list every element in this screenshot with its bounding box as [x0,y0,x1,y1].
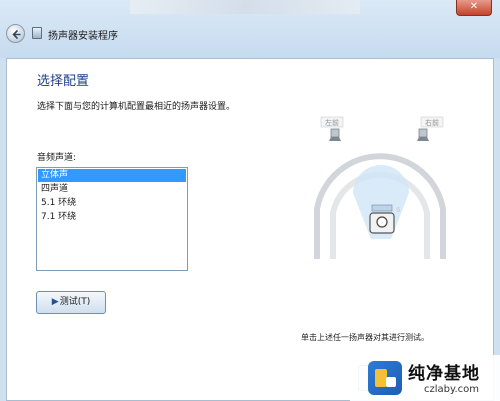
list-item-stereo[interactable]: 立体声 [38,169,186,182]
audio-channel-label: 音频声道: [37,153,77,163]
speaker-layout-diagram: 左前 右前 6 [314,116,446,259]
wizard-content: 选择配置 选择下面与您的计算机配置最相近的扬声器设置。 音频声道: 立体声 四声… [6,58,494,401]
list-item-quadraphonic[interactable]: 四声道 [38,183,186,196]
watermark: 纯净基地 czlaby.com [350,355,500,401]
test-button[interactable]: ▶测试(T) [36,291,106,314]
back-arrow-icon [12,29,21,40]
right-front-label: 右前 [425,118,439,127]
blurred-background-strip [130,0,360,14]
watermark-title: 纯净基地 [408,364,480,384]
close-button[interactable]: ✕ [456,0,492,16]
watermark-logo-icon [368,361,402,395]
left-front-label: 左前 [325,118,339,127]
test-hint: 单击上述任一扬声器对其进行测试。 [301,333,429,342]
test-button-label: 测试(T) [59,297,91,307]
window-title: 扬声器安装程序 [48,31,118,42]
back-button[interactable] [6,24,25,43]
play-icon: ▶ [51,297,59,307]
faint-diagram-mark: 6 [396,206,401,214]
window-titlebar: ✕ 扬声器安装程序 [0,0,500,58]
page-description: 选择下面与您的计算机配置最相近的扬声器设置。 [37,102,236,112]
audio-channel-listbox[interactable]: 立体声 四声道 5.1 环绕 7.1 环绕 [36,167,188,271]
listener-icon [369,204,395,234]
watermark-url: czlaby.com [424,384,480,395]
left-front-speaker[interactable]: 左前 [320,116,344,141]
list-item-5-1-surround[interactable]: 5.1 环绕 [38,197,186,210]
list-item-7-1-surround[interactable]: 7.1 环绕 [38,211,186,224]
right-front-speaker[interactable]: 右前 [417,116,444,141]
speaker-setup-icon [32,27,42,39]
page-title: 选择配置 [37,74,90,89]
